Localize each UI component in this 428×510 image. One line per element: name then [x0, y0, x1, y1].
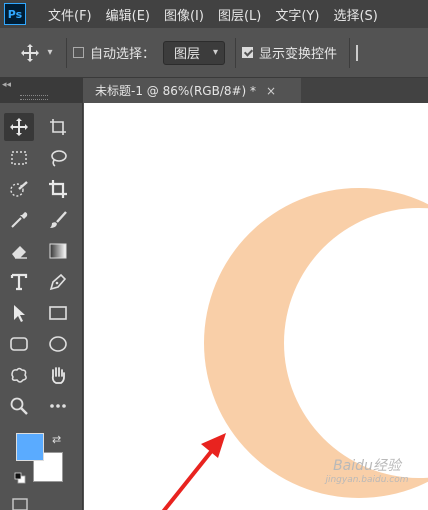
eraser-tool[interactable] — [4, 237, 34, 265]
custom-shape-icon — [11, 367, 27, 383]
watermark-text: Baidu经验 — [333, 458, 401, 474]
zoom-icon — [10, 397, 28, 415]
toolbar-header: ◂◂ — [0, 78, 83, 103]
quick-mask-icon[interactable] — [12, 496, 28, 510]
more-tools[interactable] — [43, 392, 73, 420]
artboard-tool[interactable] — [43, 113, 73, 141]
hand-tool[interactable] — [43, 361, 73, 389]
lasso-tool[interactable] — [43, 144, 73, 172]
crop-tool[interactable] — [43, 175, 73, 203]
crescent-moon-shape[interactable] — [204, 188, 428, 498]
options-separator — [349, 37, 351, 68]
type-icon — [10, 273, 28, 291]
rounded-rect-icon — [10, 337, 28, 351]
auto-select-checkbox[interactable] — [73, 47, 84, 58]
lasso-icon — [51, 150, 67, 167]
move-icon — [10, 118, 28, 136]
default-colors-icon[interactable] — [14, 472, 26, 484]
menu-edit[interactable]: 编辑(E) — [106, 5, 150, 24]
swap-colors-icon[interactable]: ⇄ — [52, 433, 61, 446]
canvas-artwork — [161, 188, 428, 510]
document-tabs-row: ◂◂ 未标题-1 @ 86%(RGB/8#) * × — [0, 78, 428, 103]
photoshop-logo: Ps — [4, 3, 26, 25]
auto-select-label: 自动选择： — [90, 47, 156, 62]
close-icon[interactable]: × — [266, 84, 276, 98]
menu-file[interactable]: 文件(F) — [48, 5, 92, 24]
path-select-tool[interactable] — [4, 299, 34, 327]
watermark: Baidu经验 jingyan.baidu.com — [312, 455, 422, 500]
gradient-tool[interactable] — [43, 237, 73, 265]
eyedropper-tool[interactable] — [4, 206, 34, 234]
annotation-arrow — [161, 433, 226, 510]
more-icon — [50, 404, 66, 408]
document-tab[interactable]: 未标题-1 @ 86%(RGB/8#) * × — [83, 78, 301, 103]
move-icon — [21, 43, 39, 62]
pen-icon — [49, 273, 67, 291]
document-canvas[interactable] — [84, 103, 428, 510]
eyedropper-icon — [11, 212, 28, 228]
menu-select[interactable]: 选择(S) — [333, 5, 377, 24]
watermark-subtext: jingyan.baidu.com — [325, 475, 409, 485]
eraser-icon — [12, 246, 27, 259]
menu-bar: Ps 文件(F) 编辑(E) 图像(I) 图层(L) 文字(Y) 选择(S) — [0, 0, 428, 28]
chevron-down-icon[interactable]: ▾ — [40, 47, 60, 58]
auto-select-target-dropdown[interactable]: 图层 ▾ — [163, 40, 226, 65]
show-transform-label: 显示变换控件 — [259, 47, 338, 62]
gradient-icon — [49, 243, 67, 259]
marquee-icon — [11, 151, 27, 165]
menu-layer[interactable]: 图层(L) — [218, 5, 261, 24]
path-select-icon — [14, 305, 25, 322]
move-tool[interactable] — [4, 113, 34, 141]
rectangle-tool[interactable] — [43, 299, 73, 327]
pen-tool[interactable] — [43, 268, 73, 296]
marquee-tool[interactable] — [4, 144, 34, 172]
menu-type[interactable]: 文字(Y) — [275, 5, 319, 24]
ellipse-tool[interactable] — [43, 330, 73, 358]
quick-select-icon — [10, 181, 28, 197]
custom-shape-tool[interactable] — [4, 361, 34, 389]
rounded-rect-tool[interactable] — [4, 330, 34, 358]
brush-tool[interactable] — [43, 206, 73, 234]
align-icon[interactable] — [356, 44, 361, 61]
document-tab-title: 未标题-1 @ 86%(RGB/8#) * — [95, 84, 257, 98]
options-separator — [66, 37, 67, 68]
foreground-color-swatch[interactable] — [16, 433, 44, 461]
show-transform-checkbox[interactable] — [242, 47, 254, 58]
rectangle-icon — [49, 306, 67, 320]
type-tool[interactable] — [4, 268, 34, 296]
auto-select-target-value: 图层 — [174, 47, 201, 62]
options-separator — [235, 37, 237, 68]
quick-select-tool[interactable] — [4, 175, 34, 203]
toolbar-grip[interactable] — [20, 95, 48, 100]
zoom-tool[interactable] — [4, 392, 34, 420]
ellipse-icon — [49, 336, 67, 352]
chevron-down-icon: ▾ — [212, 47, 219, 58]
hand-icon — [51, 367, 65, 384]
artboard-icon — [50, 119, 66, 135]
collapse-icon[interactable]: ◂◂ — [2, 80, 11, 90]
tools-panel: ⇄ — [0, 103, 83, 510]
options-bar: ▾ 自动选择： 图层 ▾ 显示变换控件 — [0, 28, 428, 78]
brush-icon — [50, 211, 67, 228]
tool-preset-picker[interactable] — [0, 43, 40, 63]
crop-icon — [49, 180, 67, 198]
menu-image[interactable]: 图像(I) — [164, 5, 204, 24]
